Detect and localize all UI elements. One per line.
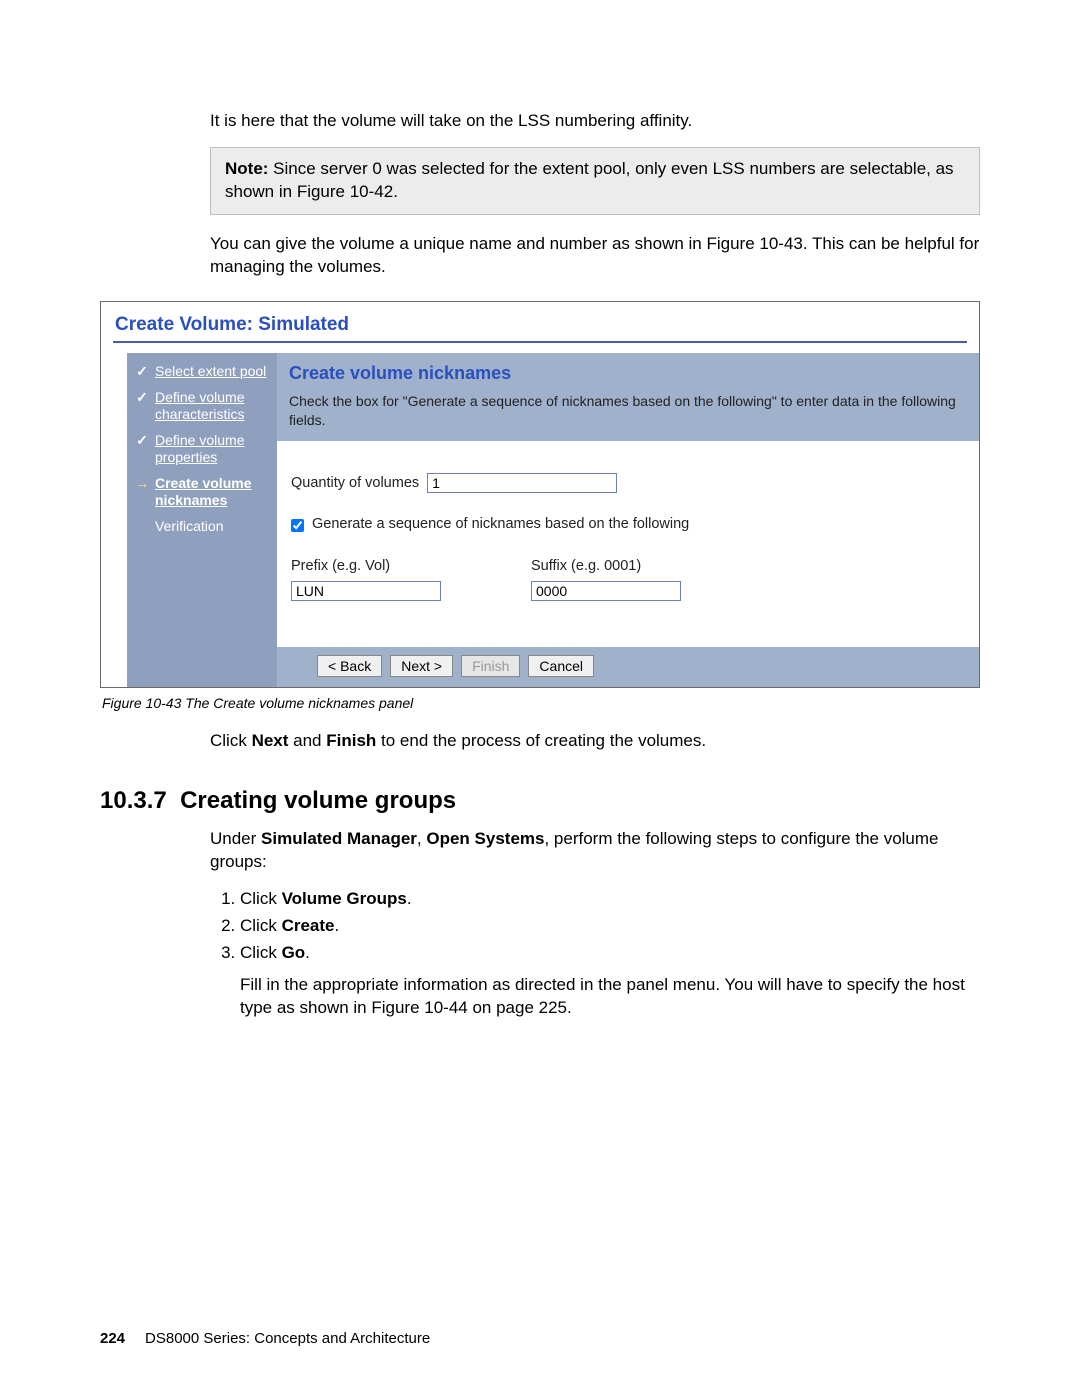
finish-button[interactable]: Finish xyxy=(461,655,520,677)
section-number: 10.3.7 xyxy=(100,787,167,814)
wizard-form: Quantity of volumes Generate a sequence … xyxy=(277,441,979,646)
paragraph-2: You can give the volume a unique name an… xyxy=(210,233,980,279)
text: to end the process of creating the volum… xyxy=(376,731,706,750)
check-icon: ✓ xyxy=(135,389,149,407)
generate-sequence-checkbox[interactable] xyxy=(291,519,304,532)
step-label: Verification xyxy=(155,518,223,536)
text: Click xyxy=(240,889,282,908)
generate-sequence-label: Generate a sequence of nicknames based o… xyxy=(312,515,689,535)
step-define-volume-properties[interactable]: ✓ Define volume properties xyxy=(135,432,269,467)
page-footer: 224 DS8000 Series: Concepts and Architect… xyxy=(100,1329,430,1349)
wizard-button-bar: < Back Next > Finish Cancel xyxy=(277,647,979,687)
section-heading: 10.3.7 Creating volume groups xyxy=(100,785,980,817)
list-item: Click Go. xyxy=(240,942,980,965)
section-tail: Fill in the appropriate information as d… xyxy=(240,974,980,1020)
text: . xyxy=(305,943,310,962)
next-button[interactable]: Next > xyxy=(390,655,453,677)
wizard-panel-header: Create volume nicknames Check the box fo… xyxy=(277,353,979,441)
step-create-volume-nicknames[interactable]: → Create volume nicknames xyxy=(135,475,269,510)
prefix-input[interactable] xyxy=(291,581,441,601)
step-verification[interactable]: Verification xyxy=(135,518,269,536)
text: and xyxy=(288,731,326,750)
text: . xyxy=(334,916,339,935)
page-number: 224 xyxy=(100,1330,125,1347)
after-figure-paragraph: Click Next and Finish to end the process… xyxy=(210,730,980,753)
text: , xyxy=(417,829,426,848)
suffix-input[interactable] xyxy=(531,581,681,601)
suffix-label: Suffix (e.g. 0001) xyxy=(531,557,681,577)
prefix-label: Prefix (e.g. Vol) xyxy=(291,557,441,577)
text: Click xyxy=(240,916,282,935)
bold-finish: Finish xyxy=(326,731,376,750)
bold-volume-groups: Volume Groups xyxy=(282,889,407,908)
wizard-divider xyxy=(113,341,967,343)
bold-simulated-manager: Simulated Manager xyxy=(261,829,417,848)
cancel-button[interactable]: Cancel xyxy=(528,655,594,677)
note-label: Note: xyxy=(225,159,268,178)
text: Under xyxy=(210,829,261,848)
back-button[interactable]: < Back xyxy=(317,655,382,677)
note-text: Since server 0 was selected for the exte… xyxy=(225,159,954,201)
arrow-right-icon: → xyxy=(135,475,149,493)
bold-create: Create xyxy=(282,916,335,935)
step-label: Create volume nicknames xyxy=(155,475,269,510)
section-title: Creating volume groups xyxy=(180,787,456,814)
panel-heading: Create volume nicknames xyxy=(289,361,967,385)
check-icon: ✓ xyxy=(135,432,149,450)
intro-paragraph: It is here that the volume will take on … xyxy=(210,110,980,133)
note-box: Note: Since server 0 was selected for th… xyxy=(210,147,980,215)
wizard-steps-sidebar: ✓ Select extent pool ✓ Define volume cha… xyxy=(127,353,277,686)
list-item: Click Create. xyxy=(240,915,980,938)
figure-caption: Figure 10-43 The Create volume nicknames… xyxy=(102,694,980,713)
wizard-title: Create Volume: Simulated xyxy=(101,302,979,342)
text: . xyxy=(407,889,412,908)
quantity-label: Quantity of volumes xyxy=(291,474,419,494)
section-lead: Under Simulated Manager, Open Systems, p… xyxy=(210,828,980,874)
wizard-panel: Create Volume: Simulated ✓ Select extent… xyxy=(100,301,980,688)
bold-go: Go xyxy=(282,943,306,962)
check-icon: ✓ xyxy=(135,363,149,381)
step-define-volume-characteristics[interactable]: ✓ Define volume characteristics xyxy=(135,389,269,424)
bold-open-systems: Open Systems xyxy=(426,829,544,848)
list-item: Click Volume Groups. xyxy=(240,888,980,911)
step-label: Define volume properties xyxy=(155,432,269,467)
step-label: Define volume characteristics xyxy=(155,389,269,424)
footer-title: DS8000 Series: Concepts and Architecture xyxy=(145,1330,430,1347)
steps-list: Click Volume Groups. Click Create. Click… xyxy=(240,888,980,965)
text: Click xyxy=(210,731,252,750)
bold-next: Next xyxy=(252,731,289,750)
step-label: Select extent pool xyxy=(155,363,266,381)
step-select-extent-pool[interactable]: ✓ Select extent pool xyxy=(135,363,269,381)
panel-description: Check the box for "Generate a sequence o… xyxy=(289,392,967,430)
quantity-input[interactable] xyxy=(427,473,617,493)
text: Click xyxy=(240,943,282,962)
